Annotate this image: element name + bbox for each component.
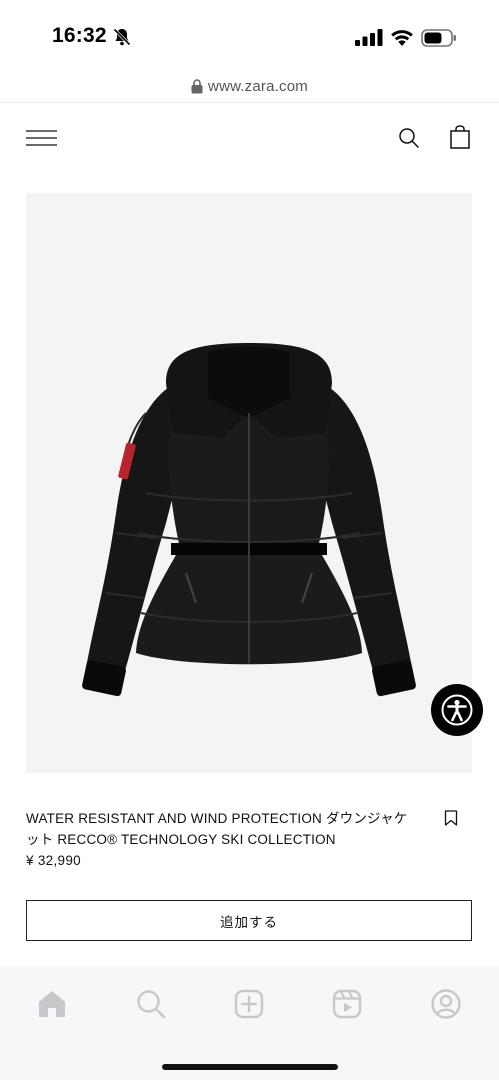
add-to-cart-button[interactable]: 追加する — [26, 900, 472, 941]
lock-icon — [191, 78, 203, 93]
accessibility-icon — [441, 694, 473, 726]
search-icon[interactable] — [398, 127, 420, 149]
menu-icon[interactable] — [26, 129, 57, 147]
status-time: 16:32 — [52, 24, 107, 47]
bell-slash-icon — [113, 28, 131, 46]
bookmark-icon[interactable] — [444, 810, 458, 826]
battery-icon — [421, 29, 456, 47]
signal-icon — [355, 29, 383, 46]
profile-icon[interactable] — [430, 988, 462, 1020]
home-icon[interactable] — [36, 988, 68, 1020]
create-icon[interactable] — [233, 988, 265, 1020]
product-image[interactable] — [26, 193, 472, 773]
bottom-nav — [0, 966, 499, 1080]
reels-icon[interactable] — [331, 988, 363, 1020]
url-text: www.zara.com — [208, 77, 308, 95]
wifi-icon — [391, 30, 413, 46]
site-header — [0, 110, 499, 166]
divider — [0, 102, 499, 103]
accessibility-button[interactable] — [431, 684, 483, 736]
url-bar[interactable]: www.zara.com — [0, 70, 499, 102]
home-indicator[interactable] — [162, 1064, 338, 1070]
shopping-bag-icon[interactable] — [449, 125, 471, 149]
product-name[interactable]: WATER RESISTANT AND WIND PROTECTION ダウンジ… — [26, 808, 421, 850]
product-price: ¥ 32,990 — [26, 853, 81, 868]
status-bar: 16:32 — [0, 0, 499, 70]
search-icon[interactable] — [135, 988, 167, 1020]
jacket-illustration — [82, 343, 416, 697]
